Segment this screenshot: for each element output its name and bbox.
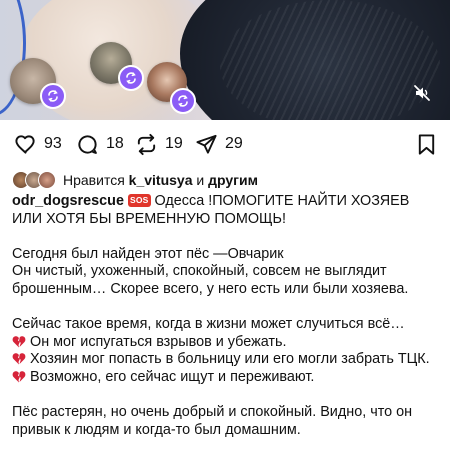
- like-count: 93: [44, 135, 62, 152]
- comment-count: 18: [106, 135, 124, 152]
- caption-bullet: Он мог испугаться взрывов и убежать.: [12, 334, 440, 352]
- remix-icon: [118, 65, 144, 91]
- remix-icon: [170, 88, 196, 114]
- caption-bullet: Возможно, его сейчас ищут и переживают.: [12, 369, 440, 387]
- save-button[interactable]: [415, 132, 438, 156]
- caption-line: Пёс растерян, но очень добрый и спокойны…: [12, 404, 413, 438]
- caption-line: Сейчас такое время, когда в жизни может …: [12, 316, 405, 333]
- liked-by-and: и: [196, 172, 205, 188]
- share-button[interactable]: 29: [195, 132, 243, 156]
- broken-heart-icon: [12, 353, 26, 365]
- liker-avatar: [38, 171, 56, 189]
- comment-button[interactable]: 18: [76, 132, 124, 156]
- liked-by-row[interactable]: Нравится k_vitusya и другим: [12, 170, 258, 190]
- post-caption: odr_dogsrescue SOS Одесса !ПОМОГИТЕ НАЙТ…: [12, 193, 440, 439]
- repost-icon: [137, 133, 156, 155]
- sos-badge: SOS: [127, 194, 151, 207]
- repost-button[interactable]: 19: [135, 132, 183, 156]
- mute-icon[interactable]: [411, 82, 433, 104]
- repost-count: 19: [165, 135, 183, 152]
- post-media[interactable]: [0, 0, 450, 120]
- dog-fur-dark: [180, 0, 450, 120]
- caption-line: Сегодня был найден этот пёс —Овчарик: [12, 245, 284, 262]
- heart-icon: [15, 134, 35, 154]
- remix-icon: [40, 83, 66, 109]
- liked-by-others[interactable]: другим: [208, 172, 258, 188]
- caption-headline-line: odr_dogsrescue SOS Одесса !ПОМОГИТЕ НАЙТ…: [12, 193, 440, 228]
- broken-heart-icon: [12, 335, 26, 348]
- comment-icon: [78, 134, 97, 154]
- share-icon: [196, 134, 217, 154]
- like-button[interactable]: 93: [14, 132, 62, 156]
- caption-line: Он чистый, ухоженный, спокойный, совсем …: [12, 263, 409, 297]
- liked-by-text: Нравится k_vitusya и другим: [63, 172, 258, 188]
- caption-username[interactable]: odr_dogsrescue: [12, 193, 124, 209]
- post-actions-bar: 93 18 19 29: [0, 128, 450, 160]
- liked-by-prefix: Нравится: [63, 172, 125, 188]
- broken-heart-icon: [12, 371, 26, 383]
- bookmark-icon: [418, 133, 435, 155]
- caption-bullet: Хозяин мог попасть в больницу или его мо…: [12, 351, 440, 369]
- share-count: 29: [225, 135, 243, 152]
- liked-by-user[interactable]: k_vitusya: [129, 172, 193, 188]
